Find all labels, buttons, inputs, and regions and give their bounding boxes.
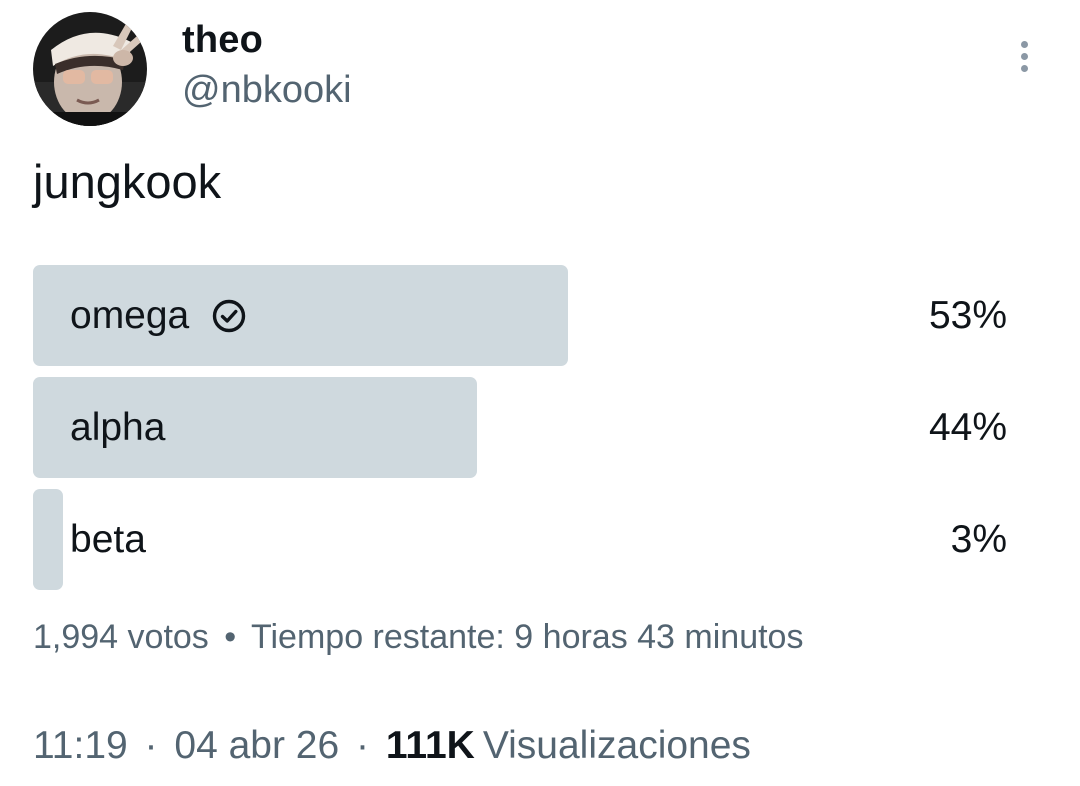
poll-meta-separator: • <box>224 618 237 656</box>
meta-separator: · <box>356 724 370 767</box>
poll-option-label-wrap: omega <box>70 265 247 366</box>
tweet-date[interactable]: 04 abr 26 <box>174 724 339 767</box>
views-label: Visualizaciones <box>482 724 751 767</box>
meta-separator: · <box>144 724 158 767</box>
vertical-ellipsis-icon <box>1020 40 1028 48</box>
poll-option-label: beta <box>70 517 146 561</box>
poll-meta: 1,994 votos • Tiempo restante: 9 horas 4… <box>33 617 803 657</box>
tweet-time[interactable]: 11:19 <box>33 724 128 767</box>
poll-option-percent: 44% <box>928 405 1007 449</box>
avatar[interactable] <box>33 12 147 126</box>
poll-option-label: alpha <box>70 405 166 449</box>
views-count: 111K <box>385 724 475 767</box>
poll-vote-count: 1,994 votos <box>33 618 209 656</box>
poll-option-label: omega <box>70 293 190 337</box>
tweet-text: jungkook <box>33 155 222 208</box>
author-display-name[interactable]: theo <box>182 18 263 62</box>
poll-bar <box>33 489 63 590</box>
poll-option-alpha[interactable]: alpha 44% <box>33 377 1007 478</box>
vertical-ellipsis-icon <box>1020 52 1028 60</box>
check-circle-icon <box>211 298 247 334</box>
vertical-ellipsis-icon <box>1020 64 1028 72</box>
poll-option-label-wrap: alpha <box>70 377 165 478</box>
poll-option-percent: 53% <box>928 293 1007 337</box>
more-options-button[interactable] <box>1004 34 1044 78</box>
poll-option-beta[interactable]: beta 3% <box>33 489 1007 590</box>
tweet-timestamp-line: 11:19 · 04 abr 26 · 111K Visualizaciones <box>33 723 751 769</box>
avatar-image <box>33 12 147 126</box>
author-handle[interactable]: @nbkooki <box>182 68 352 112</box>
poll-option-omega[interactable]: omega 53% <box>33 265 1007 366</box>
poll-time-remaining: Tiempo restante: 9 horas 43 minutos <box>251 618 804 656</box>
poll-option-percent: 3% <box>950 517 1007 561</box>
poll-option-label-wrap: beta <box>70 489 146 590</box>
